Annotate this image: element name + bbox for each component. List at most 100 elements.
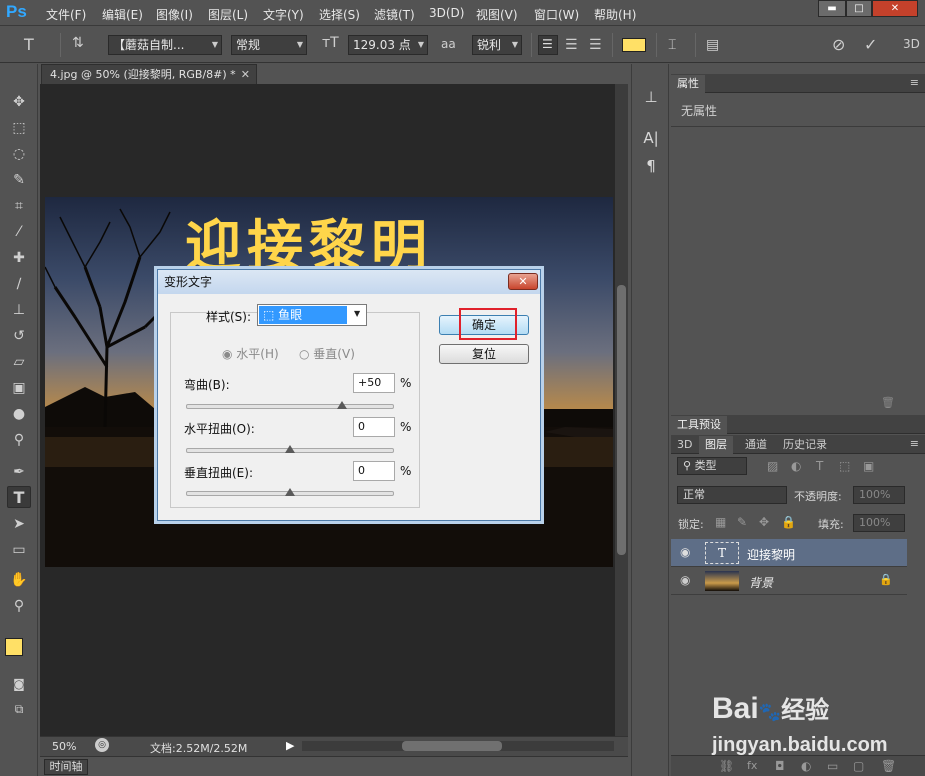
menu-select[interactable]: 选择(S) — [319, 6, 360, 23]
history-panel-icon[interactable]: ⊥ — [641, 88, 661, 108]
blend-mode-select[interactable]: 正常 — [677, 486, 787, 504]
antialias-select[interactable]: 锐利 ▼ — [472, 35, 522, 55]
move-tool-icon[interactable]: ✥ — [7, 91, 31, 113]
tool-presets-tab[interactable]: 工具预设 — [671, 416, 727, 434]
type-tool-preset-icon[interactable]: T — [24, 35, 34, 54]
vertical-radio[interactable]: ○ 垂直(V) — [299, 345, 355, 362]
menu-window[interactable]: 窗口(W) — [534, 6, 579, 23]
filter-smart-icon[interactable]: ▣ — [863, 459, 874, 473]
opacity-field[interactable]: 100% — [853, 486, 905, 504]
lock-position-icon[interactable]: ✥ — [759, 515, 769, 529]
layers-menu-icon[interactable]: ≡ — [910, 437, 919, 450]
layer-row-text[interactable]: ◉ T 迎接黎明 — [671, 539, 907, 567]
style-select[interactable]: ⬚ 鱼眼 ▼ — [257, 304, 367, 326]
bend-input[interactable]: +50 — [353, 373, 395, 393]
lasso-tool-icon[interactable]: ◌ — [7, 143, 31, 165]
visibility-eye-icon[interactable]: ◉ — [680, 573, 690, 587]
layer-name[interactable]: 迎接黎明 — [747, 546, 795, 563]
marquee-tool-icon[interactable]: ⬚ — [7, 117, 31, 139]
3d-label[interactable]: 3D — [903, 37, 920, 51]
eraser-tool-icon[interactable]: ▱ — [7, 351, 31, 373]
vertical-distortion-thumb[interactable] — [285, 488, 295, 496]
timeline-tab[interactable]: 时间轴 — [44, 759, 88, 775]
menu-edit[interactable]: 编辑(E) — [102, 6, 143, 23]
properties-tab[interactable]: 属性 — [671, 75, 705, 93]
menu-image[interactable]: 图像(I) — [156, 6, 193, 23]
font-size-select[interactable]: 129.03 点 ▼ — [348, 35, 428, 55]
link-layers-icon[interactable]: ⛓ — [719, 759, 734, 773]
rectangle-tool-icon[interactable]: ▭ — [7, 539, 31, 561]
hand-tool-icon[interactable]: ✋ — [7, 569, 31, 591]
status-menu-arrow-icon[interactable]: ▶ — [286, 739, 294, 752]
path-select-tool-icon[interactable]: ➤ — [7, 513, 31, 535]
font-family-select[interactable]: 【蘑菇自制... ▼ — [108, 35, 222, 55]
lock-transparent-icon[interactable]: ▦ — [715, 515, 726, 529]
zoom-level[interactable]: 50% — [52, 740, 76, 753]
history-brush-tool-icon[interactable]: ↺ — [7, 325, 31, 347]
horizontal-scroll-thumb[interactable] — [402, 741, 502, 751]
visibility-eye-icon[interactable]: ◉ — [680, 545, 690, 559]
delete-layer-icon[interactable]: 🗑 — [881, 759, 896, 773]
screen-mode-icon[interactable]: ⧉ — [7, 698, 31, 720]
align-center-icon[interactable]: ☰ — [565, 37, 578, 53]
gradient-tool-icon[interactable]: ▣ — [7, 377, 31, 399]
bend-slider-thumb[interactable] — [337, 401, 347, 409]
layer-kind-filter[interactable]: ⚲ 类型 — [677, 457, 747, 475]
tab-channels[interactable]: 通道 — [739, 436, 773, 454]
layer-row-background[interactable]: ◉ 背景 🔒 — [671, 567, 907, 595]
filter-adjust-icon[interactable]: ◐ — [791, 459, 801, 473]
menu-3d[interactable]: 3D(D) — [429, 6, 464, 20]
menu-help[interactable]: 帮助(H) — [594, 6, 636, 23]
bend-slider[interactable] — [186, 404, 394, 409]
eyedropper-tool-icon[interactable]: ⁄ — [7, 221, 31, 243]
menu-view[interactable]: 视图(V) — [476, 6, 518, 23]
brush-tool-icon[interactable]: ∕ — [7, 273, 31, 295]
warp-text-icon[interactable]: ⌶ — [668, 37, 676, 53]
filter-type-icon[interactable]: T — [816, 459, 823, 473]
panel-menu-icon[interactable]: ≡ — [910, 76, 919, 89]
dodge-tool-icon[interactable]: ⚲ — [7, 429, 31, 451]
quick-select-tool-icon[interactable]: ✎ — [7, 169, 31, 191]
close-window-button[interactable]: ✕ — [872, 0, 918, 17]
reset-button[interactable]: 复位 — [439, 344, 529, 364]
zoom-tool-icon[interactable]: ⚲ — [7, 595, 31, 617]
add-mask-icon[interactable]: ◘ — [775, 759, 785, 773]
fill-field[interactable]: 100% — [853, 514, 905, 532]
character-panel-icon[interactable]: A| — [641, 129, 661, 149]
pen-tool-icon[interactable]: ✒ — [7, 461, 31, 483]
paragraph-panel-icon[interactable]: ¶ — [641, 157, 661, 177]
fx-icon[interactable]: fx — [747, 759, 757, 772]
commit-icon[interactable]: ✓ — [864, 35, 877, 54]
minimize-button[interactable]: ▬ — [818, 0, 846, 17]
font-style-select[interactable]: 常规 ▼ — [231, 35, 307, 55]
maximize-button[interactable]: □ — [846, 0, 872, 17]
horizontal-distortion-thumb[interactable] — [285, 445, 295, 453]
filter-shape-icon[interactable]: ⬚ — [839, 459, 850, 473]
adjustment-layer-icon[interactable]: ◐ — [801, 759, 811, 773]
healing-brush-tool-icon[interactable]: ✚ — [7, 247, 31, 269]
tab-3d[interactable]: 3D — [671, 436, 698, 454]
dialog-close-button[interactable]: ✕ — [508, 273, 538, 290]
new-group-icon[interactable]: ▭ — [827, 759, 838, 773]
new-layer-icon[interactable]: ▢ — [853, 759, 864, 773]
delete-icon[interactable]: 🗑 — [881, 396, 895, 409]
menu-filter[interactable]: 滤镜(T) — [374, 6, 415, 23]
cancel-icon[interactable]: ⊘ — [832, 35, 845, 54]
align-right-icon[interactable]: ☰ — [589, 37, 602, 53]
close-tab-icon[interactable]: ✕ — [241, 65, 250, 84]
text-orientation-icon[interactable]: ⇅ — [72, 35, 84, 51]
crop-tool-icon[interactable]: ⌗ — [7, 195, 31, 217]
tab-layers[interactable]: 图层 — [699, 436, 733, 454]
blur-tool-icon[interactable]: ● — [7, 403, 31, 425]
clone-stamp-tool-icon[interactable]: ⊥ — [7, 299, 31, 321]
type-tool-icon[interactable]: T — [7, 486, 31, 508]
tab-history[interactable]: 历史记录 — [777, 436, 833, 454]
align-left-button[interactable]: ☰ — [538, 35, 558, 55]
layer-name[interactable]: 背景 — [749, 574, 773, 591]
text-color-swatch[interactable] — [622, 38, 646, 52]
status-info-icon[interactable]: ◎ — [95, 738, 109, 752]
filter-pixel-icon[interactable]: ▨ — [767, 459, 778, 473]
vertical-distortion-input[interactable]: 0 — [353, 461, 395, 481]
lock-pixels-icon[interactable]: ✎ — [737, 515, 747, 529]
vertical-scroll-thumb[interactable] — [617, 285, 626, 555]
